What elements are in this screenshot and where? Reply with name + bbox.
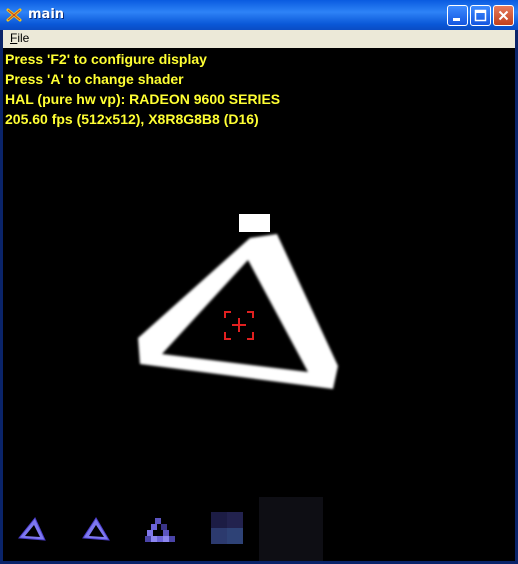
menu-file[interactable]: File <box>10 31 29 45</box>
crosshair-icon <box>224 311 254 340</box>
triangle-top-block <box>239 214 270 232</box>
hud-line-fps: 205.60 fps (512x512), X8R8G8B8 (D16) <box>5 111 259 127</box>
close-icon <box>498 10 509 21</box>
minimize-button[interactable] <box>447 5 468 26</box>
maximize-icon <box>474 9 487 22</box>
maximize-button[interactable] <box>470 5 491 26</box>
minimize-icon <box>453 18 460 21</box>
menu-bar: File <box>3 30 515 48</box>
title-bar[interactable]: main <box>0 0 518 30</box>
close-button[interactable] <box>493 5 514 26</box>
hud-line-device: HAL (pure hw vp): RADEON 9600 SERIES <box>5 91 281 107</box>
thumb-triangle-1 <box>18 517 46 541</box>
thumb-triangle-3 <box>145 518 175 542</box>
thumb-block-5 <box>259 497 323 561</box>
render-viewport[interactable]: Press 'F2' to configure display Press 'A… <box>3 48 515 561</box>
window-title: main <box>28 7 65 22</box>
hud-overlay: Press 'F2' to configure display Press 'A… <box>5 49 280 129</box>
menu-file-label: ile <box>17 31 30 45</box>
thumb-block-4 <box>211 512 243 544</box>
hud-line-shader: Press 'A' to change shader <box>5 71 184 87</box>
app-window: main File Press 'F2' to configure displa… <box>0 0 518 564</box>
app-icon <box>6 8 22 22</box>
white-triangle-shape <box>138 234 338 389</box>
thumb-triangle-2 <box>82 517 110 541</box>
hud-line-f2: Press 'F2' to configure display <box>5 51 207 67</box>
